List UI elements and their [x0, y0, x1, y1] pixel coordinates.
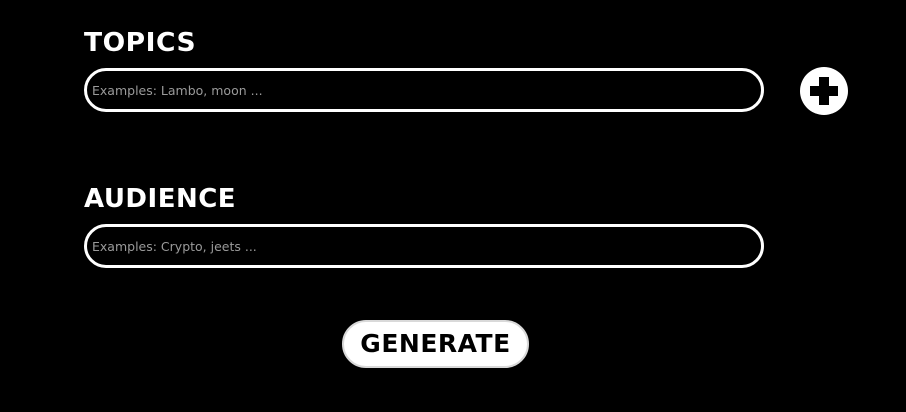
topics-input[interactable]: [87, 71, 761, 109]
audience-field[interactable]: [84, 224, 764, 268]
generate-button[interactable]: GENERATE: [342, 320, 529, 368]
audience-input[interactable]: [87, 227, 761, 265]
topics-field[interactable]: [84, 68, 764, 112]
topics-label: TOPICS: [84, 28, 197, 58]
page: TOPICS AUDIENCE GENERATE: [0, 0, 906, 412]
add-topic-button[interactable]: [800, 67, 848, 115]
audience-label: AUDIENCE: [84, 184, 237, 214]
plus-icon: [810, 77, 838, 105]
